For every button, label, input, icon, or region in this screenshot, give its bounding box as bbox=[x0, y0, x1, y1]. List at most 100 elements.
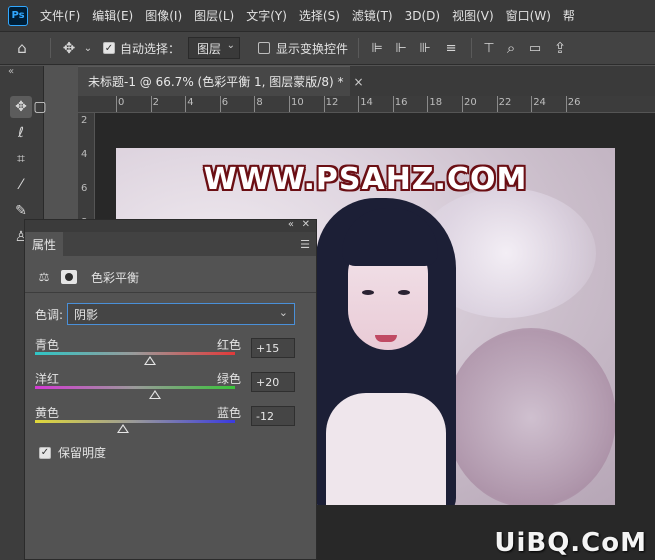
panel-menu-icon[interactable]: ☰ bbox=[300, 238, 310, 251]
menu-layer[interactable]: 图层(L) bbox=[194, 7, 234, 24]
search-icon[interactable]: ⌕ bbox=[500, 39, 522, 57]
ruler-tick bbox=[531, 96, 533, 112]
slider-knob[interactable] bbox=[149, 390, 161, 399]
menu-select[interactable]: 选择(S) bbox=[299, 7, 340, 24]
slider-right-label: 红色 bbox=[217, 338, 242, 352]
align-center-icon[interactable]: ⊩ bbox=[389, 41, 413, 56]
yellow-blue-slider: 黄色 蓝色 -12 bbox=[35, 404, 305, 440]
move-tool-icon[interactable]: ✥ bbox=[10, 96, 32, 118]
lasso-tool-icon[interactable]: ℓ bbox=[10, 122, 32, 144]
portrait-eye bbox=[362, 290, 374, 295]
transform-controls-label: 显示变换控件 bbox=[276, 41, 349, 56]
ruler-tick bbox=[358, 96, 360, 112]
ruler-tick bbox=[565, 96, 567, 112]
share-icon[interactable]: ⇪ bbox=[548, 39, 572, 57]
slider-track[interactable] bbox=[35, 352, 235, 355]
horizontal-ruler: 0 2 4 6 8 10 12 14 16 18 20 22 24 26 bbox=[78, 96, 655, 113]
watermark-text: WWW.PSAHZ.COM bbox=[203, 162, 528, 197]
layer-mask-icon[interactable] bbox=[61, 270, 77, 284]
document-tab[interactable]: 未标题-1 @ 66.7% (色彩平衡 1, 图层蒙版/8) * × bbox=[78, 66, 364, 96]
chevron-down-icon[interactable]: ⌄ bbox=[81, 43, 95, 54]
menu-help[interactable]: 帮 bbox=[563, 7, 575, 24]
document-tab-bar: 未标题-1 @ 66.7% (色彩平衡 1, 图层蒙版/8) * × bbox=[78, 66, 655, 96]
ruler-tick bbox=[496, 96, 498, 112]
ruler-tick-label: 16 bbox=[394, 97, 408, 108]
layer-dropdown-value: 图层 bbox=[197, 41, 222, 56]
portrait-shoulder bbox=[326, 393, 446, 505]
transform-controls-checkbox[interactable] bbox=[258, 42, 271, 54]
align-left-icon[interactable]: ⊫ bbox=[365, 41, 389, 56]
workspace-icon[interactable]: ▭ bbox=[522, 41, 548, 56]
layer-dropdown[interactable]: 图层 ⌄ bbox=[188, 37, 241, 59]
menu-image[interactable]: 图像(I) bbox=[145, 7, 182, 24]
ruler-tick bbox=[254, 96, 256, 112]
menu-file[interactable]: 文件(F) bbox=[40, 7, 80, 24]
auto-select-label: 自动选择： bbox=[120, 41, 181, 56]
collapse-icon[interactable]: « bbox=[8, 66, 14, 77]
ruler-tick-label: 14 bbox=[360, 97, 373, 108]
adjustment-header: ⚖ 色彩平衡 bbox=[35, 266, 139, 288]
ruler-tick-label: 6 bbox=[81, 183, 88, 194]
options-bar: ⌂ ✥ ⌄ ✓ 自动选择： 图层 ⌄ 显示变换控件 ⊫ ⊩ ⊪ ≡ ⊤ ⌕ ▭ … bbox=[0, 32, 655, 65]
menu-type[interactable]: 文字(Y) bbox=[246, 7, 287, 24]
ruler-tick-label: 4 bbox=[187, 97, 194, 108]
align-top-icon[interactable]: ⊤ bbox=[478, 41, 500, 56]
ruler-tick-label: 2 bbox=[81, 115, 88, 126]
ruler-tick-label: 4 bbox=[81, 149, 88, 160]
divider bbox=[471, 38, 473, 58]
chevron-down-icon: ⌄ bbox=[278, 306, 288, 319]
menu-bar: Ps 文件(F) 编辑(E) 图像(I) 图层(L) 文字(Y) 选择(S) 滤… bbox=[0, 0, 655, 32]
slider-knob[interactable] bbox=[144, 356, 156, 365]
marquee-tool-icon[interactable]: ▢ bbox=[33, 96, 46, 118]
adjustment-title: 色彩平衡 bbox=[91, 270, 140, 285]
slider-value-field[interactable]: +15 bbox=[251, 338, 295, 358]
close-icon[interactable]: ✕ bbox=[302, 219, 310, 230]
menu-edit[interactable]: 编辑(E) bbox=[92, 7, 133, 24]
slider-track[interactable] bbox=[35, 386, 235, 389]
auto-select-checkbox[interactable]: ✓ bbox=[103, 42, 115, 54]
ruler-tick-label: 10 bbox=[291, 97, 304, 108]
portrait-lips bbox=[375, 335, 397, 342]
align-right-icon[interactable]: ⊪ bbox=[413, 41, 437, 56]
ruler-tick-label: 8 bbox=[256, 97, 263, 108]
preserve-luminosity-checkbox[interactable]: ✓ bbox=[39, 446, 51, 459]
menu-3d[interactable]: 3D(D) bbox=[405, 9, 440, 23]
ruler-tick bbox=[392, 96, 394, 112]
photoshop-logo: Ps bbox=[8, 5, 28, 26]
menu-view[interactable]: 视图(V) bbox=[452, 7, 494, 24]
eyedropper-tool-icon[interactable]: ⁄ bbox=[10, 174, 32, 196]
crop-tool-icon[interactable]: ⌗ bbox=[10, 148, 32, 170]
close-icon[interactable]: × bbox=[353, 75, 363, 89]
slider-track[interactable] bbox=[35, 420, 235, 423]
ruler-tick bbox=[462, 96, 463, 112]
slider-knob[interactable] bbox=[117, 424, 129, 433]
divider bbox=[25, 292, 316, 293]
tab-properties[interactable]: 属性 bbox=[25, 232, 63, 256]
menu-window[interactable]: 窗口(W) bbox=[506, 7, 551, 24]
distribute-icon[interactable]: ≡ bbox=[437, 41, 465, 56]
document-tab-title: 未标题-1 @ 66.7% (色彩平衡 1, 图层蒙版/8) * bbox=[88, 75, 344, 89]
ruler-tick-label: 0 bbox=[118, 97, 125, 108]
home-icon[interactable]: ⌂ bbox=[0, 39, 44, 57]
ruler-tick bbox=[150, 96, 152, 112]
site-watermark-logo: UiBQ.CoM bbox=[494, 528, 647, 558]
slider-value-field[interactable]: -12 bbox=[251, 406, 295, 426]
preserve-luminosity: ✓ 保留明度 bbox=[39, 444, 106, 461]
ruler-tick bbox=[427, 96, 429, 112]
tone-select[interactable]: 阴影 ⌄ bbox=[67, 303, 295, 325]
ruler-tick-label: 26 bbox=[567, 97, 581, 108]
slider-left-label: 黄色 bbox=[35, 406, 60, 420]
ruler-tick-label: 24 bbox=[533, 97, 546, 108]
slider-left-label: 洋红 bbox=[35, 372, 60, 386]
color-balance-icon: ⚖ bbox=[38, 270, 50, 284]
portrait-eye bbox=[398, 290, 410, 295]
slider-left-label: 青色 bbox=[35, 338, 60, 352]
slider-value-field[interactable]: +20 bbox=[251, 372, 295, 392]
tone-label: 色调: bbox=[35, 308, 64, 322]
collapse-panel-icon[interactable]: « bbox=[288, 219, 294, 230]
ruler-tick-label: 20 bbox=[464, 97, 477, 108]
ruler-tick-label: 2 bbox=[152, 97, 159, 108]
menu-filter[interactable]: 滤镜(T) bbox=[352, 7, 393, 24]
properties-panel: « ✕ 属性 ☰ ⚖ 色彩平衡 色调: 阴影 ⌄ 青色 红色 +15 洋红 绿色… bbox=[24, 219, 317, 560]
move-tool-icon[interactable]: ✥ bbox=[57, 39, 81, 57]
